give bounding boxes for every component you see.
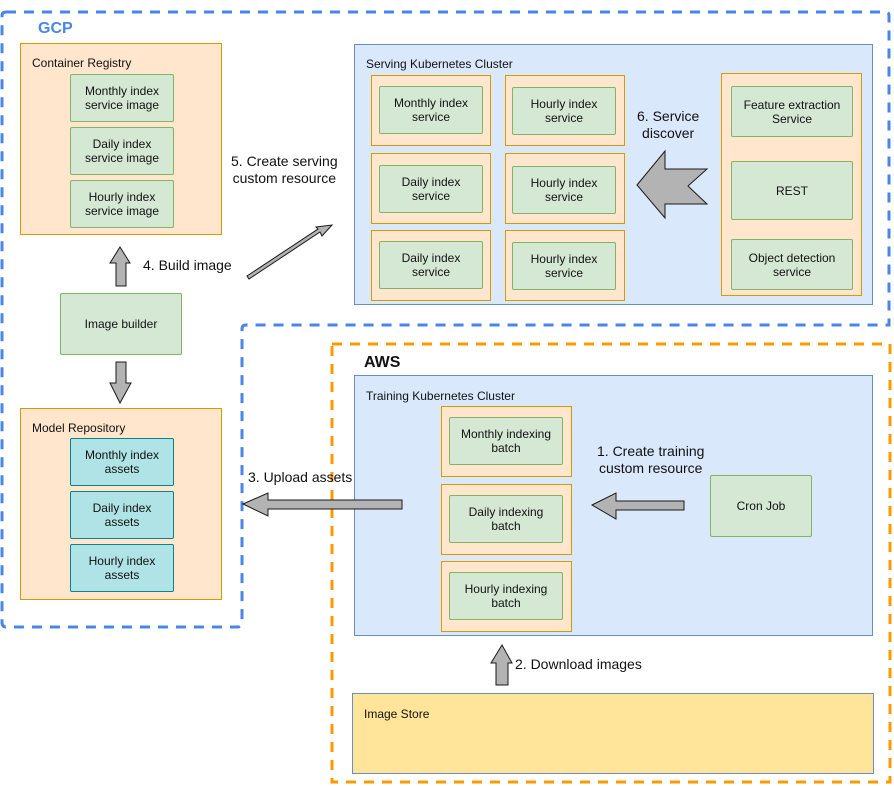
image-builder[interactable]: Image builder — [60, 293, 182, 355]
container-registry-title: Container Registry — [32, 56, 132, 70]
serving-service-daily-2[interactable]: Daily index service — [379, 241, 483, 289]
image-store[interactable] — [352, 693, 874, 774]
step-5-label: 5. Create serving custom resource — [231, 153, 338, 186]
step-6-label: 6. Service discover — [637, 108, 700, 141]
repo-assets-daily[interactable]: Daily index assets — [70, 491, 174, 539]
registry-image-monthly[interactable]: Monthly index service image — [70, 74, 174, 122]
batch-daily[interactable]: Daily indexing batch — [449, 495, 563, 543]
image-store-title: Image Store — [364, 707, 430, 721]
serving-cluster-title: Serving Kubernetes Cluster — [366, 57, 513, 71]
serving-service-monthly[interactable]: Monthly index service — [379, 86, 483, 134]
step-2-label: 2. Download images — [515, 656, 642, 672]
aws-region-title: AWS — [364, 354, 401, 371]
batch-monthly[interactable]: Monthly indexing batch — [449, 417, 563, 465]
model-repository-title: Model Repository — [32, 421, 126, 435]
step-3-label: 3. Upload assets — [248, 469, 353, 485]
training-cluster-title: Training Kubernetes Cluster — [366, 389, 515, 403]
registry-image-hourly[interactable]: Hourly index service image — [70, 180, 174, 228]
step-4-label: 4. Build image — [143, 257, 232, 273]
serving-service-daily[interactable]: Daily index service — [379, 165, 483, 213]
feature-extraction-service[interactable]: Feature extraction Service — [731, 86, 853, 137]
repo-assets-monthly[interactable]: Monthly index assets — [70, 438, 174, 486]
serving-service-hourly[interactable]: Hourly index service — [512, 87, 616, 135]
repo-assets-hourly[interactable]: Hourly index assets — [70, 544, 174, 592]
serving-service-hourly-2[interactable]: Hourly index service — [512, 166, 616, 214]
registry-image-daily[interactable]: Daily index service image — [70, 127, 174, 175]
cron-job[interactable]: Cron Job — [710, 475, 812, 537]
serving-service-hourly-3[interactable]: Hourly index service — [512, 242, 616, 290]
object-detection-service[interactable]: Object detection service — [731, 239, 853, 290]
step-1-label: 1. Create training custom resource — [597, 443, 705, 476]
gcp-region-title: GCP — [38, 20, 73, 37]
rest-service[interactable]: REST — [731, 161, 853, 220]
batch-hourly[interactable]: Hourly indexing batch — [449, 572, 563, 620]
